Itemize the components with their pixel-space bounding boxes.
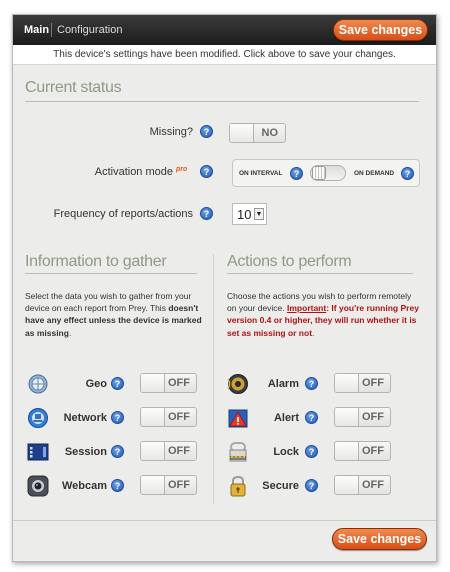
toggle-knob bbox=[335, 374, 359, 392]
actions-description: Choose the actions you wish to perform r… bbox=[227, 290, 423, 339]
activation-help-icon[interactable]: ? bbox=[200, 165, 213, 178]
lock-help-icon[interactable]: ? bbox=[305, 445, 318, 458]
on-demand-help-icon[interactable]: ? bbox=[401, 167, 414, 180]
footer-divider bbox=[13, 520, 436, 521]
session-toggle[interactable]: OFF bbox=[140, 441, 197, 461]
session-help-icon[interactable]: ? bbox=[111, 445, 124, 458]
session-value: OFF bbox=[168, 445, 190, 457]
secure-toggle[interactable]: OFF bbox=[334, 475, 391, 495]
frequency-value: 10 bbox=[237, 207, 252, 222]
alarm-label: Alarm bbox=[267, 378, 299, 390]
modified-notice: This device's settings have been modifie… bbox=[13, 45, 436, 65]
activation-mode-switch: ON INTERVAL ? ON DEMAND ? bbox=[232, 159, 420, 187]
webcam-label: Webcam bbox=[61, 480, 107, 492]
gather-desc-text: Select the data you wish to gather from … bbox=[25, 291, 192, 314]
lock-value: OFF bbox=[362, 445, 384, 457]
geo-help-icon[interactable]: ? bbox=[111, 377, 124, 390]
actions-desc-important: Important bbox=[287, 303, 327, 314]
missing-toggle[interactable]: NO bbox=[229, 123, 286, 143]
alert-value: OFF bbox=[362, 411, 384, 423]
lock-toggle[interactable]: OFF bbox=[334, 441, 391, 461]
secure-value: OFF bbox=[362, 479, 384, 491]
network-icon bbox=[28, 408, 48, 428]
actions-rule bbox=[227, 273, 413, 274]
save-changes-button-bottom[interactable]: Save changes bbox=[332, 528, 427, 550]
network-help-icon[interactable]: ? bbox=[111, 411, 124, 424]
toggle-knob bbox=[141, 442, 165, 460]
pro-badge: pro bbox=[176, 166, 188, 173]
toggle-knob bbox=[141, 374, 165, 392]
on-demand-label[interactable]: ON DEMAND bbox=[354, 170, 394, 177]
gather-rule bbox=[25, 273, 197, 274]
webcam-toggle[interactable]: OFF bbox=[140, 475, 197, 495]
alert-label: Alert bbox=[273, 412, 299, 424]
geo-value: OFF bbox=[168, 377, 190, 389]
network-label: Network bbox=[63, 412, 107, 424]
activation-mode-label: Activation mode bbox=[94, 166, 173, 178]
session-icon bbox=[27, 443, 49, 461]
frequency-select[interactable]: 10 ▼ bbox=[232, 203, 267, 225]
top-bar: Main Configuration Save changes bbox=[13, 15, 436, 45]
toggle-knob bbox=[335, 408, 359, 426]
webcam-value: OFF bbox=[168, 479, 190, 491]
gather-description: Select the data you wish to gather from … bbox=[25, 290, 207, 339]
missing-label: Missing? bbox=[149, 126, 193, 138]
alarm-help-icon[interactable]: ? bbox=[305, 377, 318, 390]
tab-configuration[interactable]: Configuration bbox=[57, 24, 122, 36]
webcam-icon bbox=[27, 475, 49, 497]
tab-divider bbox=[51, 23, 52, 37]
activation-mode-slider[interactable] bbox=[310, 165, 346, 181]
frequency-label: Frequency of reports/actions bbox=[53, 208, 193, 220]
webcam-help-icon[interactable]: ? bbox=[111, 479, 124, 492]
missing-help-icon[interactable]: ? bbox=[200, 125, 213, 138]
toggle-knob bbox=[335, 476, 359, 494]
on-interval-label[interactable]: ON INTERVAL bbox=[239, 170, 282, 177]
toggle-knob bbox=[230, 124, 254, 142]
alert-toggle[interactable]: OFF bbox=[334, 407, 391, 427]
actions-title: Actions to perform bbox=[227, 253, 352, 270]
session-label: Session bbox=[64, 446, 107, 458]
column-divider bbox=[213, 254, 214, 504]
alert-help-icon[interactable]: ? bbox=[305, 411, 318, 424]
gather-title: Information to gather bbox=[25, 253, 167, 270]
page: Main Configuration Save changes This dev… bbox=[0, 0, 450, 572]
network-value: OFF bbox=[168, 411, 190, 423]
toggle-knob bbox=[141, 408, 165, 426]
gather-desc-end: . bbox=[68, 327, 72, 338]
on-interval-help-icon[interactable]: ? bbox=[290, 167, 303, 180]
network-toggle[interactable]: OFF bbox=[140, 407, 197, 427]
alarm-value: OFF bbox=[362, 377, 384, 389]
actions-desc-end: . bbox=[312, 327, 315, 338]
secure-label: Secure bbox=[262, 480, 299, 492]
toggle-knob bbox=[335, 442, 359, 460]
chevron-down-icon[interactable]: ▼ bbox=[254, 208, 264, 220]
geo-label: Geo bbox=[85, 378, 107, 390]
frequency-help-icon[interactable]: ? bbox=[200, 207, 213, 220]
secure-help-icon[interactable]: ? bbox=[305, 479, 318, 492]
geo-toggle[interactable]: OFF bbox=[140, 373, 197, 393]
toggle-knob bbox=[141, 476, 165, 494]
prey-settings-panel: Main Configuration Save changes This dev… bbox=[12, 14, 437, 562]
tab-main[interactable]: Main bbox=[24, 24, 49, 36]
missing-value: NO bbox=[261, 127, 279, 139]
alarm-toggle[interactable]: OFF bbox=[334, 373, 391, 393]
globe-icon bbox=[28, 374, 48, 394]
save-changes-button-top[interactable]: Save changes bbox=[333, 19, 428, 41]
lock-label: Lock bbox=[273, 446, 299, 458]
current-status-rule bbox=[25, 101, 419, 102]
current-status-title: Current status bbox=[25, 79, 122, 96]
slider-knob[interactable] bbox=[312, 166, 326, 180]
